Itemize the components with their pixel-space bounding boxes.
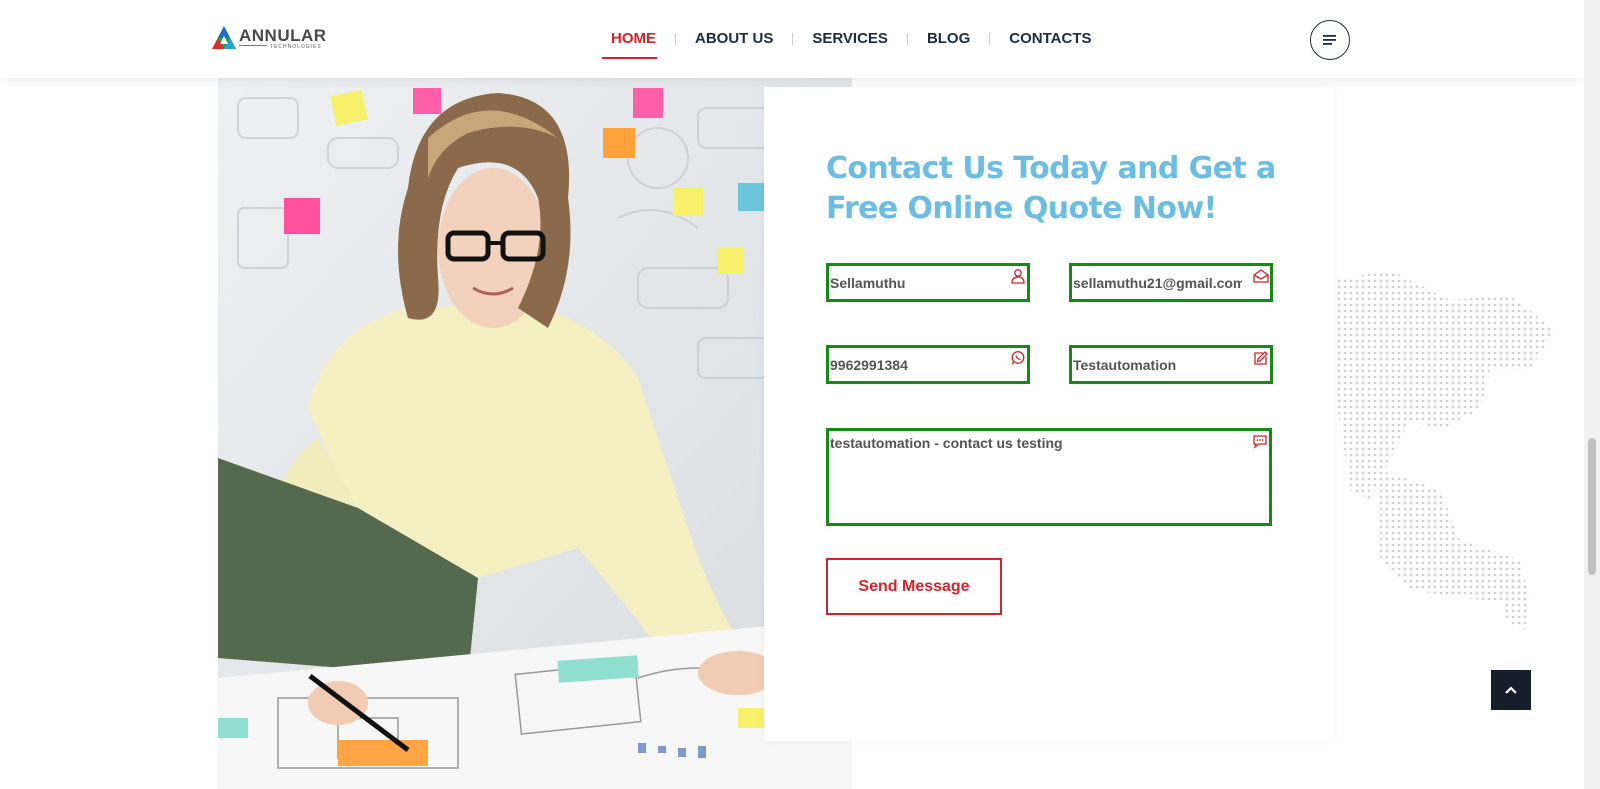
hero-photo [218, 78, 852, 789]
brand-tagline: TECHNOLOGIES [270, 44, 322, 50]
nav-services[interactable]: SERVICES [793, 30, 907, 47]
page-scrollbar[interactable] [1584, 0, 1600, 789]
edit-icon [1254, 351, 1268, 365]
subject-field-wrapper [1069, 345, 1273, 384]
woman-working-image [218, 78, 852, 789]
email-input[interactable] [1072, 266, 1270, 299]
message-field-wrapper: testautomation - contact us testing [826, 428, 1272, 526]
email-field-wrapper [1069, 263, 1273, 302]
envelope-open-icon [1253, 269, 1269, 283]
page: ANNULAR TECHNOLOGIES HOME ABOUT US SERVI… [0, 0, 1584, 789]
chat-icon [1253, 435, 1267, 449]
world-map-dots-image [1335, 270, 1555, 630]
message-textarea[interactable]: testautomation - contact us testing [829, 431, 1269, 523]
site-header: ANNULAR TECHNOLOGIES HOME ABOUT US SERVI… [0, 0, 1584, 78]
brand-name: ANNULAR [239, 26, 327, 45]
logo-divider [239, 45, 267, 46]
user-icon [1011, 269, 1025, 284]
logo-mark-icon [212, 26, 236, 49]
contact-form-card: Contact Us Today and Get a Free Online Q… [764, 87, 1334, 741]
main-nav: HOME ABOUT US SERVICES BLOG CONTACTS [592, 30, 1111, 59]
contact-heading: Contact Us Today and Get a Free Online Q… [826, 151, 1276, 226]
send-message-button[interactable]: Send Message [826, 558, 1002, 615]
menu-toggle-button[interactable] [1310, 20, 1350, 60]
brand-logo[interactable]: ANNULAR TECHNOLOGIES [210, 24, 327, 54]
name-field-wrapper [826, 263, 1030, 302]
nav-contacts[interactable]: CONTACTS [990, 30, 1110, 47]
phone-field-wrapper [826, 345, 1030, 384]
whatsapp-icon [1011, 351, 1025, 365]
subject-input[interactable] [1072, 348, 1270, 381]
phone-input[interactable] [829, 348, 1027, 381]
chevron-up-icon [1505, 686, 1517, 694]
nav-home[interactable]: HOME [592, 30, 675, 59]
hamburger-icon [1323, 35, 1336, 45]
name-input[interactable] [829, 266, 1027, 299]
nav-blog[interactable]: BLOG [908, 30, 989, 47]
nav-about-us[interactable]: ABOUT US [676, 30, 792, 47]
scroll-to-top-button[interactable] [1491, 670, 1531, 710]
scrollbar-thumb[interactable] [1588, 438, 1596, 575]
